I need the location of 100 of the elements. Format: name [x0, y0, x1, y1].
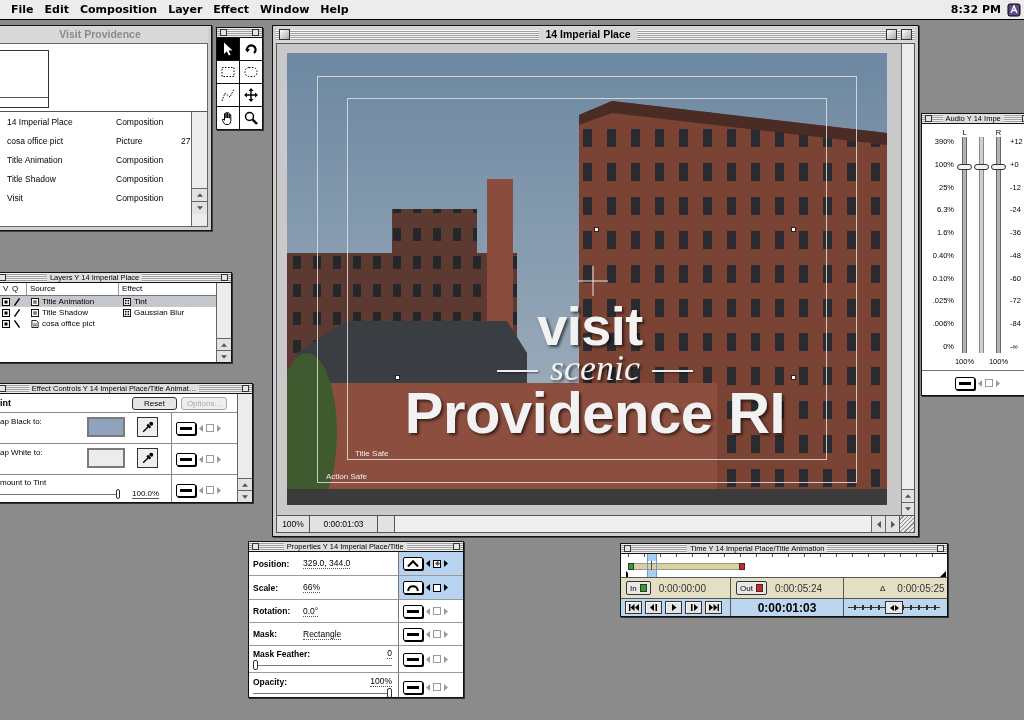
keyframe-checkbox[interactable] [206, 486, 214, 494]
interpolation-button[interactable] [955, 376, 975, 390]
tool-button[interactable] [217, 107, 239, 129]
item-name[interactable]: Title Animation [7, 154, 63, 165]
layer-handle[interactable] [593, 226, 599, 232]
scroll-down-button[interactable] [902, 502, 914, 515]
previous-keyframe-icon[interactable] [426, 560, 430, 567]
interpolation-button[interactable] [176, 483, 196, 497]
value-field[interactable]: 66% [303, 582, 320, 593]
layer-handle[interactable] [394, 374, 400, 380]
interpolation-button[interactable] [176, 421, 196, 435]
scroll-up-button[interactable] [192, 188, 208, 201]
next-keyframe-icon[interactable] [444, 584, 448, 591]
interpolation-button[interactable] [176, 452, 196, 466]
close-button[interactable] [252, 543, 259, 550]
tool-button[interactable] [240, 38, 262, 60]
scroll-up-button[interactable] [902, 489, 914, 502]
keyframe-checkbox[interactable] [433, 655, 441, 663]
current-time-button[interactable]: 0:00:01:03 [310, 516, 378, 532]
app-icon[interactable] [1007, 2, 1021, 17]
scroll-up-button[interactable] [238, 478, 252, 490]
eyedropper-button[interactable] [137, 448, 158, 468]
value-field[interactable]: 100% [370, 676, 392, 687]
slider-thumb[interactable] [253, 660, 258, 670]
keyframe-checkbox[interactable] [985, 379, 993, 387]
slider-thumb[interactable] [991, 164, 1006, 171]
collapse-button[interactable] [937, 545, 944, 552]
scroll-down-button[interactable] [217, 350, 231, 362]
playhead[interactable] [646, 554, 657, 577]
menu-item[interactable]: Edit [44, 2, 69, 17]
effect-button[interactable]: Reset [132, 396, 177, 410]
out-marker-icon[interactable] [738, 563, 745, 570]
scroll-bar[interactable] [901, 44, 914, 515]
slider-thumb[interactable] [116, 489, 120, 499]
scroll-bar[interactable] [216, 283, 231, 362]
backslash-icon[interactable] [14, 319, 20, 328]
collapse-button[interactable] [241, 385, 249, 392]
layer-row[interactable]: Title Animation Tint [0, 296, 216, 307]
tool-button[interactable] [240, 84, 262, 106]
close-button[interactable] [0, 385, 6, 392]
interpolation-button[interactable] [403, 604, 423, 618]
keyframe-checkbox[interactable] [206, 424, 214, 432]
scroll-right-button[interactable] [885, 516, 899, 532]
slider-thumb[interactable] [957, 164, 972, 171]
eyedropper-button[interactable] [137, 417, 158, 437]
value-field[interactable]: 0 [387, 648, 392, 659]
value-field[interactable]: 329.0, 344.0 [303, 558, 351, 569]
menu-item[interactable]: Effect [213, 2, 250, 17]
close-button[interactable] [220, 29, 227, 36]
scroll-down-button[interactable] [238, 490, 252, 502]
scroll-bar[interactable] [191, 112, 208, 226]
menu-item[interactable]: Layer [168, 2, 203, 17]
in-marker-icon[interactable] [628, 563, 634, 570]
skip-to-start-button[interactable] [625, 601, 642, 614]
interpolation-button[interactable] [403, 680, 423, 694]
collapse-button[interactable] [252, 29, 259, 36]
layer-handle[interactable] [790, 226, 796, 232]
layer-row[interactable]: Title Shadow Gaussian Blur [0, 307, 216, 318]
switch-box-icon[interactable] [2, 308, 10, 317]
item-name[interactable]: cosa office pict [7, 135, 64, 146]
layer-row[interactable]: cosa office pict [0, 318, 216, 329]
zoom-button[interactable] [886, 29, 897, 40]
slider-track[interactable] [0, 489, 120, 499]
layer-handle[interactable] [790, 374, 796, 380]
scroll-left-button[interactable] [871, 516, 885, 532]
color-swatch[interactable] [87, 417, 125, 437]
next-keyframe-icon[interactable] [444, 560, 448, 567]
play-button[interactable] [665, 601, 682, 614]
scroll-up-button[interactable] [217, 338, 231, 350]
slash-icon[interactable] [14, 297, 20, 306]
keyframe-checkbox[interactable] [433, 583, 441, 592]
keyframe-checkbox[interactable] [433, 559, 441, 568]
resize-grip-icon[interactable] [899, 516, 914, 532]
out-point-button[interactable]: Out [736, 581, 767, 595]
next-frame-button[interactable] [685, 601, 702, 614]
slash-icon[interactable] [14, 308, 20, 317]
close-button[interactable] [925, 115, 932, 122]
switch-box-icon[interactable] [2, 297, 10, 306]
shuttle-thumb[interactable] [885, 601, 903, 614]
value-field[interactable]: 100.0% [132, 489, 160, 499]
item-name[interactable]: Visit [7, 192, 23, 203]
menu-item[interactable]: File [11, 2, 34, 17]
zoom-button[interactable]: 100% [277, 516, 310, 532]
value-field[interactable]: 0.0° [303, 605, 319, 617]
item-name[interactable]: Title Shadow [7, 173, 56, 184]
close-button[interactable] [279, 29, 290, 40]
scroll-down-button[interactable] [192, 201, 208, 214]
color-swatch[interactable] [87, 448, 125, 468]
in-point-button[interactable]: In [626, 581, 651, 595]
keyframe-checkbox[interactable] [433, 683, 441, 691]
value-field[interactable]: Rectangle [303, 628, 342, 640]
tool-button[interactable] [240, 107, 262, 129]
close-button[interactable] [624, 545, 631, 552]
switch-box-icon[interactable] [2, 319, 10, 328]
keyframe-checkbox[interactable] [206, 455, 214, 463]
collapse-button[interactable] [901, 29, 912, 40]
slider-thumb[interactable] [387, 688, 392, 697]
menu-item[interactable]: Help [320, 2, 349, 17]
menu-item[interactable]: Window [260, 2, 310, 17]
menu-item[interactable]: Composition [79, 2, 158, 17]
